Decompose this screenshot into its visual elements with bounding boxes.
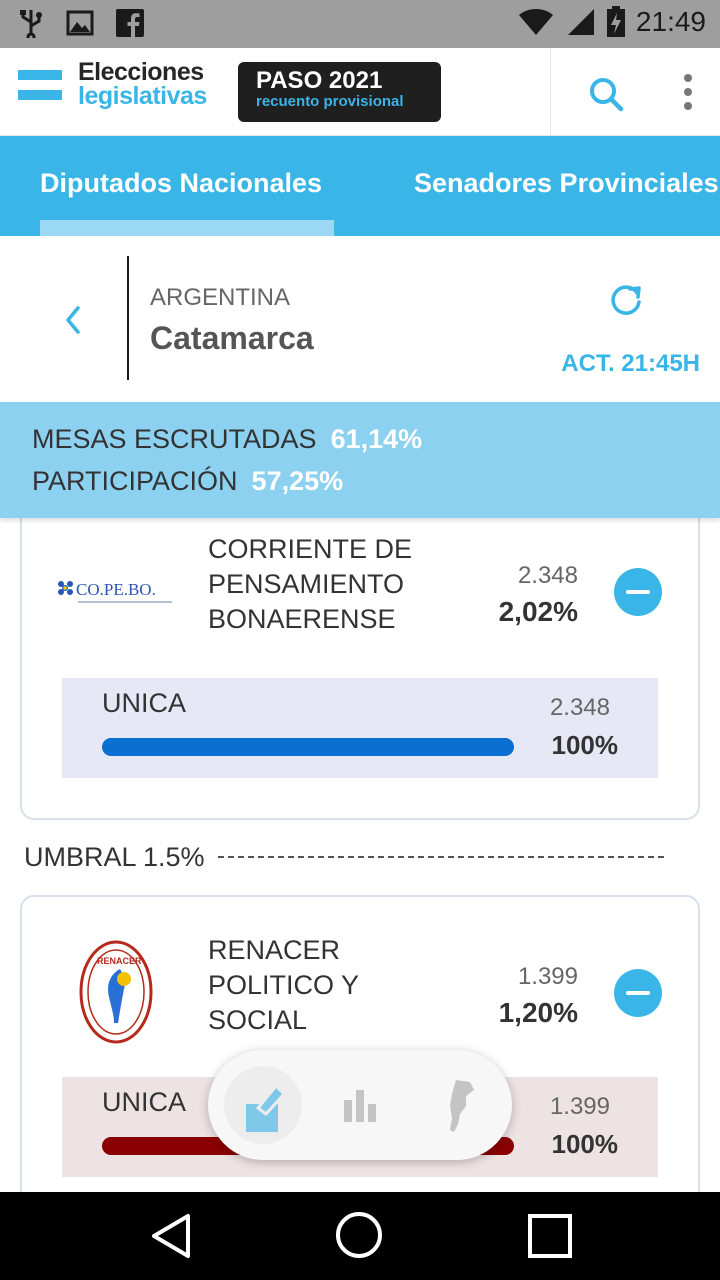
ballot-nav-button[interactable] — [224, 1066, 302, 1144]
list-votes: 2.348 — [549, 694, 610, 721]
party-name: CORRIENTE DE PENSAMIENTO BONAERENSE — [208, 534, 413, 634]
last-updated: ACT. 21:45H — [561, 350, 700, 377]
country-label: ARGENTINA — [150, 284, 291, 311]
list-votes: 1.399 — [549, 1093, 610, 1120]
party-card: CO.PE.BO. CORRIENTE DE PENSAMIENTO BONAE… — [20, 480, 700, 820]
list-progress-track — [102, 738, 514, 756]
chamber-tabs: Diputados Nacionales Senadores Provincia… — [0, 136, 720, 236]
brand-logo[interactable]: Elecciones legislativas — [78, 58, 207, 110]
list-name: UNICA — [102, 688, 187, 718]
mesas-escrutadas-row: MESAS ESCRUTADAS 61,14% — [32, 424, 422, 455]
participacion-row: PARTICIPACIÓN 57,25% — [32, 466, 343, 497]
back-button[interactable] — [58, 302, 88, 338]
search-icon — [590, 78, 624, 112]
collapse-party-button[interactable] — [614, 969, 662, 1017]
threshold-label: UMBRAL 1.5% — [24, 842, 205, 872]
app-header: Elecciones legislativas PASO 2021 recuen… — [0, 48, 720, 136]
system-home-button[interactable] — [334, 1210, 384, 1260]
province-title: Catamarca — [150, 320, 314, 356]
threshold-line — [218, 856, 664, 858]
mesas-value: 61,14% — [330, 424, 423, 454]
system-back-button[interactable] — [148, 1212, 196, 1260]
status-bar: 21:49 — [0, 0, 720, 48]
location-header: ARGENTINA Catamarca ACT. 21:45H — [0, 236, 720, 402]
collapse-party-button[interactable] — [614, 568, 662, 616]
badge-subtitle: recuento provisional — [256, 93, 404, 110]
copebo-logo-text: CO.PE.BO. — [76, 580, 156, 599]
chevron-left-icon — [66, 306, 80, 334]
scrutiny-stats: MESAS ESCRUTADAS 61,14% PARTICIPACIÓN 57,2… — [0, 402, 720, 518]
wifi-icon — [518, 9, 553, 35]
battery-charging-icon — [606, 6, 625, 37]
argentina-map-icon — [450, 1080, 474, 1132]
party-percent: 1,20% — [498, 997, 578, 1028]
floating-section-nav — [208, 1050, 512, 1160]
brand-line2: legislativas — [78, 82, 207, 110]
party-percent: 2,02% — [498, 596, 578, 627]
usb-icon — [20, 10, 42, 38]
image-icon — [66, 10, 94, 36]
list-percent: 100% — [551, 1129, 619, 1159]
active-tab-indicator — [40, 220, 334, 236]
list-row: UNICA 2.348 100% — [62, 678, 658, 778]
list-progress-bar — [102, 738, 514, 756]
refresh-icon — [611, 285, 641, 315]
tab-diputados-nacionales[interactable]: Diputados Nacionales — [40, 168, 322, 199]
party-votes: 2.348 — [517, 562, 578, 589]
location-divider — [127, 256, 129, 380]
participacion-value: 57,25% — [251, 466, 344, 496]
system-recents-button[interactable] — [526, 1212, 574, 1260]
renacer-logo-text: RENACER — [97, 956, 142, 966]
circle-home-icon — [336, 1212, 382, 1258]
tab-senadores-provinciales[interactable]: Senadores Provinciales — [414, 168, 719, 199]
party-logo: RENACER — [78, 939, 154, 1045]
bar-chart-icon — [344, 1090, 376, 1122]
results-chart-nav-button[interactable] — [342, 1086, 378, 1126]
triangle-back-icon — [152, 1214, 190, 1258]
flag-logo-icon — [18, 68, 62, 102]
ballot-box-icon — [246, 1083, 287, 1132]
mesas-label: MESAS ESCRUTADAS — [32, 424, 317, 454]
brand-line1: Elecciones — [78, 58, 204, 86]
clock: 21:49 — [635, 6, 706, 37]
badge-title: PASO 2021 — [256, 67, 383, 94]
party-votes: 1.399 — [517, 963, 578, 990]
party-name: RENACER POLITICO Y SOCIAL — [208, 935, 359, 1035]
participacion-label: PARTICIPACIÓN — [32, 466, 238, 496]
header-divider — [550, 48, 551, 136]
search-button[interactable] — [586, 74, 626, 114]
renacer-logo-icon: RENACER — [79, 940, 153, 1044]
list-name: UNICA — [102, 1087, 187, 1117]
signal-icon — [567, 9, 594, 35]
refresh-button[interactable] — [606, 280, 646, 320]
square-recents-icon — [528, 1214, 572, 1258]
more-vert-icon — [684, 74, 692, 110]
list-percent: 100% — [551, 730, 619, 760]
party-logo: CO.PE.BO. — [54, 574, 178, 614]
paso-badge: PASO 2021 recuento provisional — [238, 62, 441, 122]
copebo-logo-icon: CO.PE.BO. — [58, 580, 172, 603]
more-options-button[interactable] — [676, 72, 700, 112]
facebook-icon — [116, 9, 144, 37]
map-nav-button[interactable] — [444, 1078, 476, 1134]
system-nav-bar — [0, 1192, 720, 1280]
